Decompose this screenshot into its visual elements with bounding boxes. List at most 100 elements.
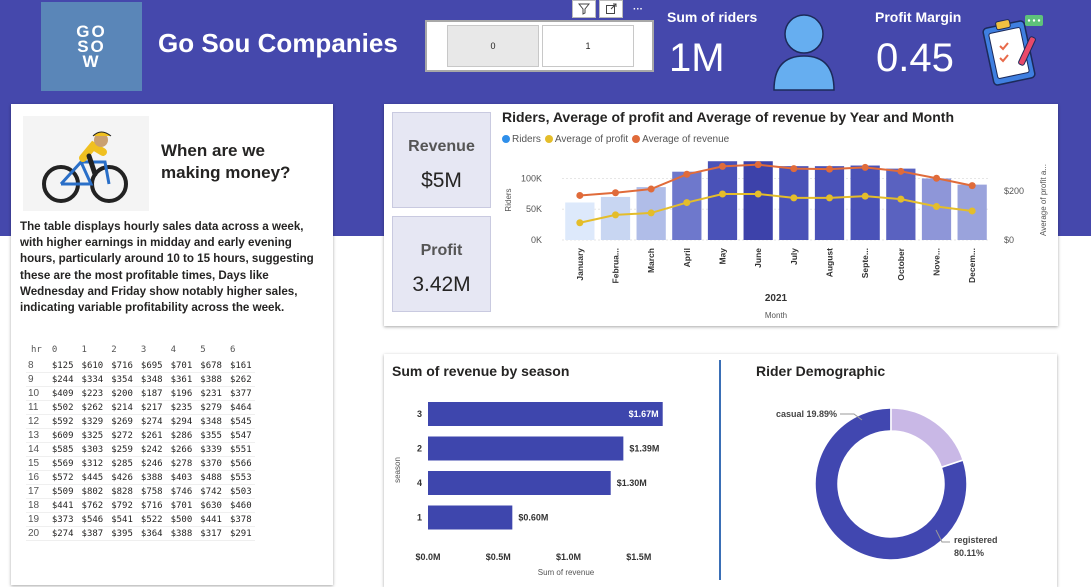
table-corner-header[interactable]: hr xyxy=(26,345,47,359)
table-cell[interactable]: $231 xyxy=(195,386,225,401)
table-cell[interactable]: $266 xyxy=(165,442,196,457)
table-cell[interactable]: $403 xyxy=(165,470,196,485)
table-cell[interactable]: $426 xyxy=(106,470,136,485)
row-hour-cell[interactable]: 18 xyxy=(26,498,47,513)
table-cell[interactable]: $361 xyxy=(165,372,196,387)
table-cell[interactable]: $348 xyxy=(135,372,166,387)
table-cell[interactable]: $217 xyxy=(135,400,166,415)
table-cell[interactable]: $460 xyxy=(224,498,255,513)
table-cell[interactable]: $572 xyxy=(46,470,77,485)
table-cell[interactable]: $441 xyxy=(195,512,225,527)
table-cell[interactable]: $701 xyxy=(165,359,196,373)
row-hour-cell[interactable]: 20 xyxy=(26,526,47,541)
table-cell[interactable]: $325 xyxy=(76,428,107,443)
table-cell[interactable]: $592 xyxy=(46,414,77,429)
table-cell[interactable]: $161 xyxy=(224,359,255,373)
column-header[interactable]: 3 xyxy=(136,345,166,359)
table-cell[interactable]: $278 xyxy=(165,456,196,471)
table-cell[interactable]: $223 xyxy=(76,386,107,401)
table-cell[interactable]: $758 xyxy=(135,484,166,499)
table-cell[interactable]: $373 xyxy=(46,512,77,527)
row-hour-cell[interactable]: 11 xyxy=(26,400,47,415)
row-hour-cell[interactable]: 12 xyxy=(26,414,47,429)
filter-icon[interactable] xyxy=(572,0,596,18)
table-cell[interactable]: $610 xyxy=(76,359,107,373)
table-cell[interactable]: $802 xyxy=(76,484,107,499)
table-cell[interactable]: $214 xyxy=(106,400,136,415)
row-hour-cell[interactable]: 16 xyxy=(26,470,47,485)
slicer-option-0[interactable]: 0 xyxy=(447,25,539,67)
table-cell[interactable]: $274 xyxy=(46,526,77,541)
table-cell[interactable]: $488 xyxy=(195,470,225,485)
table-cell[interactable]: $541 xyxy=(106,512,136,527)
row-hour-cell[interactable]: 19 xyxy=(26,512,47,527)
table-cell[interactable]: $585 xyxy=(46,442,77,457)
table-cell[interactable]: $792 xyxy=(106,498,136,513)
table-cell[interactable]: $387 xyxy=(76,526,107,541)
table-cell[interactable]: $464 xyxy=(224,400,255,415)
table-cell[interactable]: $569 xyxy=(46,456,77,471)
table-cell[interactable]: $746 xyxy=(165,484,196,499)
table-cell[interactable]: $566 xyxy=(224,456,255,471)
row-hour-cell[interactable]: 15 xyxy=(26,456,47,471)
table-cell[interactable]: $701 xyxy=(165,498,196,513)
table-cell[interactable]: $355 xyxy=(195,428,225,443)
table-cell[interactable]: $503 xyxy=(224,484,255,499)
column-header[interactable]: 0 xyxy=(47,345,77,359)
table-cell[interactable]: $370 xyxy=(195,456,225,471)
table-cell[interactable]: $409 xyxy=(46,386,77,401)
table-cell[interactable]: $551 xyxy=(224,442,255,457)
table-cell[interactable]: $312 xyxy=(76,456,107,471)
table-cell[interactable]: $317 xyxy=(195,526,225,541)
column-header[interactable]: 1 xyxy=(77,345,107,359)
column-header[interactable]: 6 xyxy=(225,345,255,359)
table-cell[interactable]: $294 xyxy=(165,414,196,429)
table-cell[interactable]: $509 xyxy=(46,484,77,499)
table-cell[interactable]: $828 xyxy=(106,484,136,499)
column-header[interactable]: 5 xyxy=(195,345,225,359)
table-cell[interactable]: $395 xyxy=(106,526,136,541)
row-hour-cell[interactable]: 10 xyxy=(26,386,47,401)
table-cell[interactable]: $502 xyxy=(46,400,77,415)
column-header[interactable]: 4 xyxy=(166,345,196,359)
table-cell[interactable]: $262 xyxy=(76,400,107,415)
table-cell[interactable]: $339 xyxy=(195,442,225,457)
table-cell[interactable]: $279 xyxy=(195,400,225,415)
table-cell[interactable]: $364 xyxy=(135,526,166,541)
table-cell[interactable]: $553 xyxy=(224,470,255,485)
table-cell[interactable]: $609 xyxy=(46,428,77,443)
table-cell[interactable]: $500 xyxy=(165,512,196,527)
table-cell[interactable]: $262 xyxy=(224,372,255,387)
table-cell[interactable]: $445 xyxy=(76,470,107,485)
more-options-icon[interactable]: ··· xyxy=(626,0,650,18)
table-cell[interactable]: $762 xyxy=(76,498,107,513)
table-cell[interactable]: $286 xyxy=(165,428,196,443)
focus-mode-icon[interactable] xyxy=(599,0,623,18)
row-hour-cell[interactable]: 9 xyxy=(26,372,47,387)
row-hour-cell[interactable]: 13 xyxy=(26,428,47,443)
table-cell[interactable]: $334 xyxy=(76,372,107,387)
row-hour-cell[interactable]: 14 xyxy=(26,442,47,457)
table-cell[interactable]: $261 xyxy=(135,428,166,443)
table-cell[interactable]: $742 xyxy=(195,484,225,499)
table-cell[interactable]: $695 xyxy=(135,359,166,373)
table-cell[interactable]: $377 xyxy=(224,386,255,401)
table-cell[interactable]: $441 xyxy=(46,498,77,513)
table-cell[interactable]: $269 xyxy=(106,414,136,429)
table-cell[interactable]: $716 xyxy=(135,498,166,513)
table-cell[interactable]: $545 xyxy=(224,414,255,429)
table-cell[interactable]: $716 xyxy=(106,359,136,373)
table-cell[interactable]: $291 xyxy=(224,526,255,541)
table-cell[interactable]: $259 xyxy=(106,442,136,457)
table-cell[interactable]: $388 xyxy=(165,526,196,541)
table-cell[interactable]: $348 xyxy=(195,414,225,429)
table-cell[interactable]: $244 xyxy=(46,372,77,387)
table-cell[interactable]: $274 xyxy=(135,414,166,429)
table-cell[interactable]: $378 xyxy=(224,512,255,527)
table-cell[interactable]: $388 xyxy=(135,470,166,485)
table-cell[interactable]: $630 xyxy=(195,498,225,513)
table-cell[interactable]: $522 xyxy=(135,512,166,527)
table-cell[interactable]: $246 xyxy=(135,456,166,471)
table-cell[interactable]: $196 xyxy=(165,386,196,401)
table-cell[interactable]: $200 xyxy=(106,386,136,401)
